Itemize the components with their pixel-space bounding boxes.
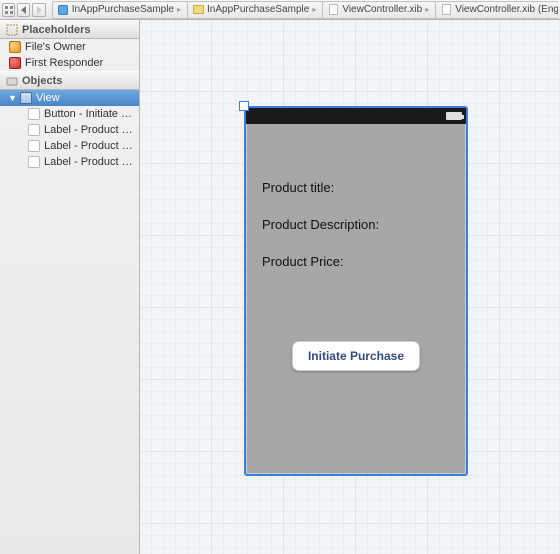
breadcrumb: InAppPurchaseSample ▸ InAppPurchaseSampl… — [52, 0, 558, 19]
outline-row-label: First Responder — [25, 57, 103, 69]
chevron-right-icon: ▸ — [425, 5, 429, 14]
interface-builder-canvas[interactable]: Product title: Product Description: Prod… — [140, 20, 560, 554]
outline-row-label[interactable]: Label - Product title: — [0, 138, 139, 154]
outline-row-label: View — [36, 92, 60, 104]
control-icon — [28, 156, 40, 169]
project-icon — [57, 4, 69, 16]
control-icon — [28, 140, 40, 153]
breadcrumb-item[interactable]: InAppPurchaseSample ▸ — [52, 1, 188, 19]
view-icon — [19, 92, 32, 105]
status-bar — [246, 108, 466, 124]
top-toolbar: InAppPurchaseSample ▸ InAppPurchaseSampl… — [0, 0, 560, 20]
file-icon — [440, 4, 452, 16]
outline-row-label[interactable]: Label - Product Price: — [0, 154, 139, 170]
breadcrumb-label: ViewController.xib — [342, 4, 422, 15]
cube-icon — [8, 57, 21, 70]
chevron-right-icon: ▸ — [312, 5, 316, 14]
battery-icon — [446, 112, 462, 120]
nav-back-button[interactable] — [17, 3, 30, 17]
section-header-placeholders[interactable]: Placeholders — [0, 20, 139, 39]
breadcrumb-label: ViewController.xib (English) — [455, 4, 558, 15]
placeholder-icon — [6, 24, 18, 36]
outline-row-view[interactable]: ▼ View — [0, 90, 139, 106]
outline-row-label: Label - Product Price: — [44, 156, 135, 168]
grid-toggle-button[interactable] — [2, 3, 15, 17]
breadcrumb-label: InAppPurchaseSample — [207, 4, 309, 15]
label-product-price[interactable]: Product Price: — [262, 254, 450, 269]
view-design-surface[interactable]: Product title: Product Description: Prod… — [244, 106, 468, 476]
control-icon — [28, 108, 40, 121]
outline-row-first-responder[interactable]: First Responder — [0, 55, 139, 71]
chevron-right-icon: ▸ — [177, 5, 181, 14]
breadcrumb-item[interactable]: ViewController.xib ▸ — [322, 1, 436, 19]
selection-handle[interactable] — [239, 101, 249, 111]
folder-icon — [192, 4, 204, 16]
outline-row-files-owner[interactable]: File's Owner — [0, 39, 139, 55]
breadcrumb-label: InAppPurchaseSample — [72, 4, 174, 15]
initiate-purchase-button[interactable]: Initiate Purchase — [292, 341, 420, 371]
breadcrumb-item[interactable]: InAppPurchaseSample ▸ — [187, 1, 323, 19]
objects-icon — [6, 75, 18, 87]
disclosure-triangle-icon[interactable]: ▼ — [8, 93, 17, 103]
section-header-label: Placeholders — [22, 24, 90, 36]
nav-forward-button[interactable] — [32, 3, 45, 17]
outline-row-button[interactable]: Button - Initiate Purc… — [0, 106, 139, 122]
label-product-description[interactable]: Product Description: — [262, 217, 450, 232]
outline-sidebar: Placeholders File's Owner First Responde… — [0, 20, 140, 554]
label-product-title[interactable]: Product title: — [262, 180, 450, 195]
outline-row-label: Label - Product Descr… — [44, 124, 135, 136]
outline-row-label: Label - Product title: — [44, 140, 135, 152]
outline-row-label[interactable]: Label - Product Descr… — [0, 122, 139, 138]
section-header-label: Objects — [22, 75, 62, 87]
cube-icon — [8, 41, 21, 54]
outline-row-label: File's Owner — [25, 41, 86, 53]
control-icon — [28, 124, 40, 137]
section-header-objects[interactable]: Objects — [0, 71, 139, 90]
outline-row-label: Button - Initiate Purc… — [44, 108, 135, 120]
breadcrumb-item[interactable]: ViewController.xib (English) ▸ — [435, 1, 558, 19]
file-icon — [327, 4, 339, 16]
